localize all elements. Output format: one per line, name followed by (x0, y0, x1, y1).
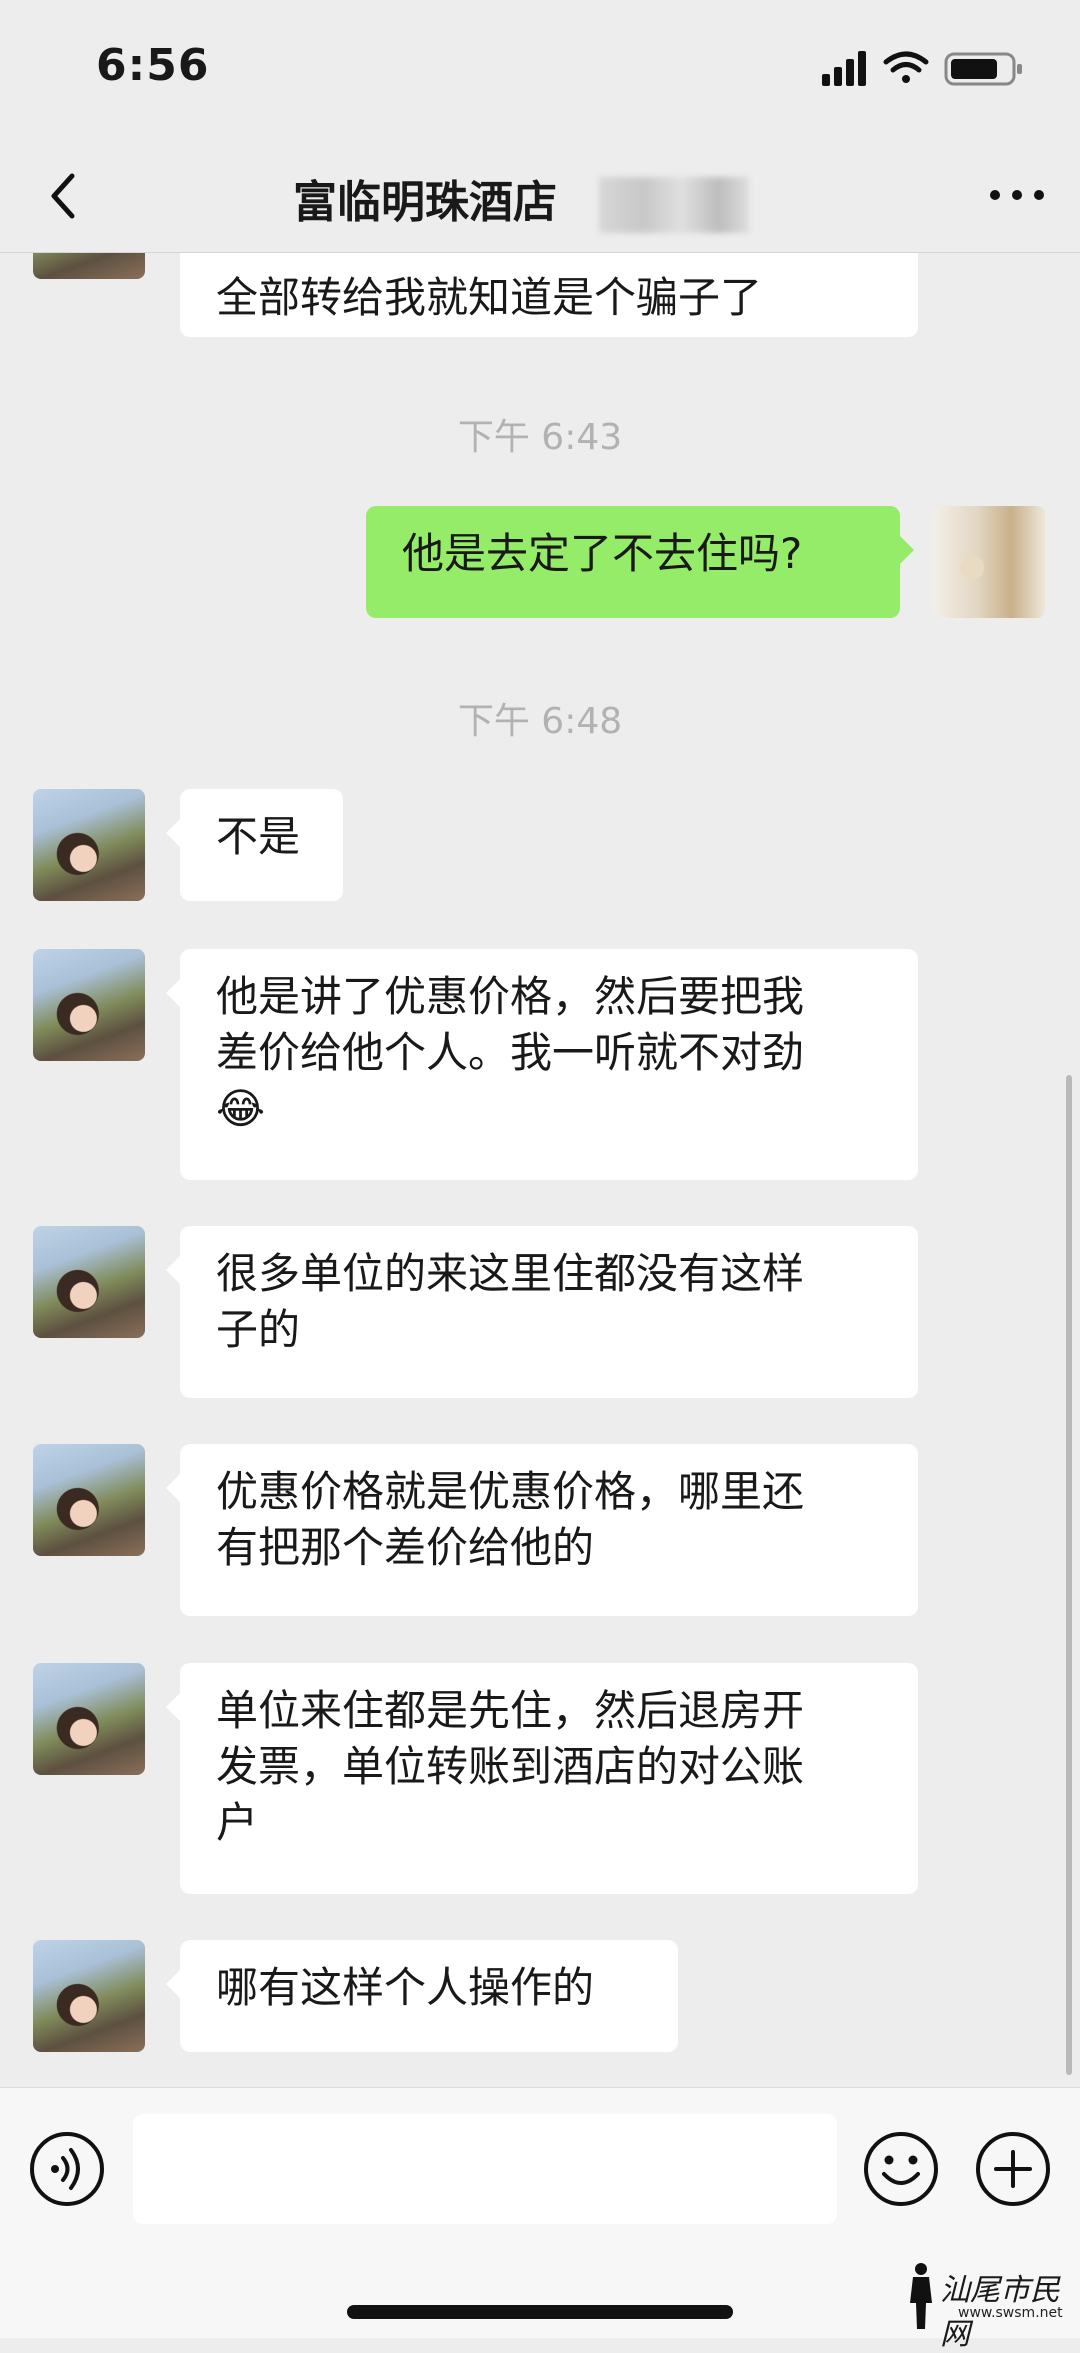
status-bar: 6:56 (0, 0, 1080, 140)
message-line: 哪有这样个人操作的 (216, 1963, 595, 2012)
avatar[interactable] (33, 1663, 145, 1775)
watermark: 汕尾市民网 www.swsm.net (904, 2261, 1074, 2352)
signal-icon (822, 51, 866, 86)
scrollbar[interactable] (1066, 1075, 1072, 2075)
message-line: 户 (216, 1798, 259, 1847)
message-bubble[interactable]: 不是 (166, 789, 343, 901)
message-line: 不是 (216, 812, 301, 861)
avatar[interactable] (33, 949, 145, 1061)
message-bubble[interactable]: 他是去定了不去住吗? (366, 506, 914, 618)
message-bubble[interactable]: 单位来住都是先住，然后退房开 发票，单位转账到酒店的对公账 户 (166, 1663, 918, 1894)
plus-icon[interactable] (974, 2130, 1052, 2208)
message-line: 他是讲了优惠价格，然后要把我 (216, 972, 805, 1021)
status-time: 6:56 (96, 40, 210, 91)
message-line: 他是去定了不去住吗? (402, 529, 803, 578)
message-bubble[interactable]: 他是讲了优惠价格，然后要把我 差价给他个人。我一听就不对劲 😂 (166, 949, 918, 1180)
avatar[interactable] (33, 252, 145, 279)
chat-header: 富临明珠酒店 (0, 140, 1080, 253)
message-line: 子的 (216, 1305, 301, 1354)
status-icons (822, 51, 1022, 86)
chat-title-text: 富临明珠酒店 (293, 177, 557, 228)
message-bubble[interactable]: 很多单位的来这里住都没有这样 子的 (166, 1226, 918, 1398)
message-line: 很多单位的来这里住都没有这样 (216, 1249, 805, 1298)
message-bubble[interactable]: 哪有这样个人操作的 (166, 1940, 678, 2052)
home-indicator (347, 2305, 733, 2319)
battery-icon (944, 52, 1022, 86)
message-line: 单位来住都是先住，然后退房开 (216, 1686, 805, 1735)
avatar[interactable] (933, 506, 1045, 618)
more-dots-icon[interactable] (982, 170, 1052, 220)
message-timestamp: 下午 6:48 (457, 701, 623, 742)
avatar[interactable] (33, 1444, 145, 1556)
message-line: 有把那个差价给他的 (216, 1523, 595, 1572)
message-line: 优惠价格就是优惠价格，哪里还 (216, 1467, 805, 1516)
message-line: 发票，单位转账到酒店的对公账 (216, 1742, 805, 1791)
chat-messages[interactable]: 全部转给我就知道是个骗子了 下午 6:43 他是去定了不去住吗? 下午 6:48… (0, 252, 1080, 2087)
watermark-url: www.swsm.net (958, 2305, 1063, 2321)
avatar[interactable] (33, 1940, 145, 2052)
avatar[interactable] (33, 789, 145, 901)
message-bubble[interactable]: 全部转给我就知道是个骗子了 (180, 252, 918, 337)
chat-title: 富临明珠酒店 (0, 166, 1080, 233)
person-silhouette-icon (910, 2263, 932, 2329)
message-line: 全部转给我就知道是个骗子了 (216, 273, 763, 322)
emoji-icon[interactable] (862, 2130, 940, 2208)
wifi-icon (883, 51, 929, 83)
message-line: 差价给他个人。我一听就不对劲 (216, 1028, 805, 1077)
redacted-name (599, 177, 749, 233)
message-line: 😂 (216, 1084, 266, 1133)
message-bubble[interactable]: 优惠价格就是优惠价格，哪里还 有把那个差价给他的 (166, 1444, 918, 1616)
avatar[interactable] (33, 1226, 145, 1338)
voice-icon[interactable] (28, 2130, 106, 2208)
message-timestamp: 下午 6:43 (457, 417, 623, 458)
message-input[interactable] (133, 2114, 837, 2224)
